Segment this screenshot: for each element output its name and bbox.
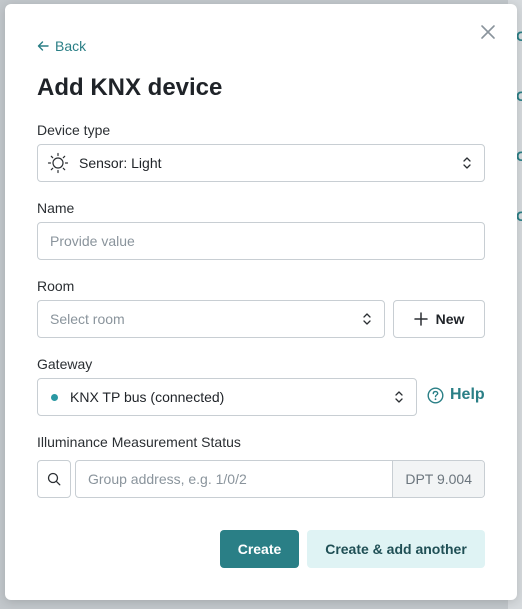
group-address-input[interactable]: Group address, e.g. 1/0/2 DPT 9.004 xyxy=(75,460,485,498)
chevron-updown-icon xyxy=(395,391,403,403)
room-label: Room xyxy=(37,278,75,294)
illuminance-label: Illuminance Measurement Status xyxy=(37,434,241,450)
gateway-select[interactable]: KNX TP bus (connected) xyxy=(37,378,417,416)
room-placeholder: Select room xyxy=(50,311,125,327)
back-link[interactable]: Back xyxy=(37,38,86,54)
search-icon xyxy=(47,472,61,486)
device-type-label: Device type xyxy=(37,122,111,138)
create-button[interactable]: Create xyxy=(220,530,299,568)
new-room-label: New xyxy=(435,311,465,327)
name-label: Name xyxy=(37,200,75,216)
name-input[interactable]: Provide value xyxy=(37,222,485,260)
status-dot xyxy=(51,393,58,401)
create-add-another-button[interactable]: Create & add another xyxy=(307,530,485,568)
group-address-placeholder: Group address, e.g. 1/0/2 xyxy=(88,471,247,487)
device-type-value: Sensor: Light xyxy=(79,155,162,171)
add-device-modal: Back Add KNX device Device type Sensor: … xyxy=(5,4,517,600)
back-label: Back xyxy=(55,38,87,54)
address-search-button[interactable] xyxy=(37,460,71,498)
dpt-badge: DPT 9.004 xyxy=(392,461,484,497)
help-circle-icon xyxy=(427,386,444,404)
help-link[interactable]: Help xyxy=(427,386,485,404)
close-icon[interactable] xyxy=(479,23,497,41)
new-room-button[interactable]: New xyxy=(393,300,485,338)
gateway-value: KNX TP bus (connected) xyxy=(70,389,225,405)
help-label: Help xyxy=(450,386,485,403)
name-placeholder: Provide value xyxy=(50,233,135,249)
gateway-label: Gateway xyxy=(37,356,93,372)
room-select[interactable]: Select room xyxy=(37,300,385,338)
chevron-updown-icon xyxy=(463,157,471,169)
device-type-select[interactable]: Sensor: Light xyxy=(37,144,485,182)
page-title: Add KNX device xyxy=(37,74,223,101)
plus-icon xyxy=(413,312,428,326)
arrow-left-icon xyxy=(37,41,49,51)
chevron-updown-icon xyxy=(363,313,371,325)
sun-icon xyxy=(47,152,69,174)
